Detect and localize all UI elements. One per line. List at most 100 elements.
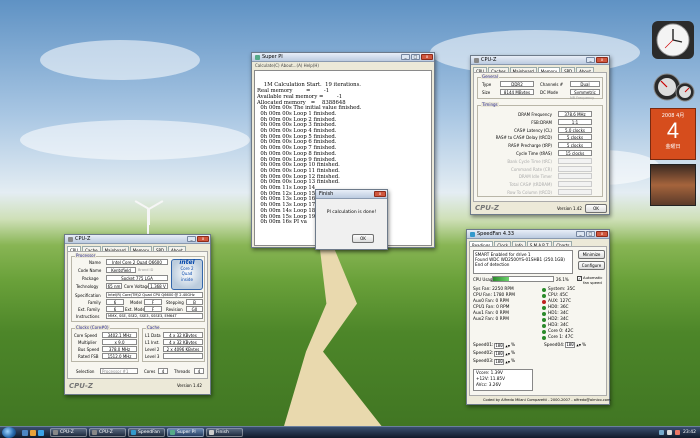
cpuz-icon — [474, 57, 479, 63]
close-icon[interactable]: x — [421, 54, 433, 60]
package-value: Socket 775 LGA — [106, 275, 168, 281]
voltage-reading: AVcc: 3.26V — [476, 382, 501, 387]
minimize-icon[interactable]: _ — [586, 57, 595, 63]
group-label: Cache — [146, 325, 161, 330]
close-icon[interactable]: x — [596, 231, 608, 237]
maximize-icon[interactable]: □ — [586, 231, 595, 237]
task-icon — [131, 430, 136, 435]
stepper-icon[interactable]: ▲▼ — [505, 350, 510, 358]
taskbar-button[interactable]: SpeedFan — [128, 428, 165, 437]
minimize-icon[interactable]: _ — [187, 236, 196, 242]
taskbar-button[interactable]: CPU-Z — [50, 428, 87, 437]
cpu-meter-gadget[interactable] — [650, 72, 696, 102]
group-label: General — [481, 74, 499, 79]
speed-input[interactable]: 100 — [494, 351, 505, 357]
close-icon[interactable]: x — [596, 57, 608, 63]
ext-family-value: 6 — [106, 306, 124, 312]
name-value: Intel Core 2 Quad Q6600 — [106, 259, 168, 265]
cpuz-brand: CPU-Z — [69, 382, 93, 390]
network-icon[interactable] — [659, 430, 665, 435]
ext-family-label: Ext. Family — [78, 307, 100, 312]
timing-label: CAS# Latency (CL) — [514, 127, 552, 133]
l1-inst-label: L1 Inst. — [145, 340, 160, 345]
speed-input[interactable]: 100 — [494, 343, 505, 349]
clock-gadget[interactable] — [650, 20, 696, 60]
title-bar[interactable]: Finish x — [316, 190, 387, 199]
code-name-label: Code Name — [78, 268, 102, 273]
clock-time[interactable]: 23:42 — [683, 430, 696, 435]
start-orb-icon[interactable] — [2, 427, 16, 438]
technology-label: Technology — [76, 284, 99, 289]
ok-button[interactable]: OK — [585, 204, 607, 213]
timing-value: 5 clocks — [558, 142, 592, 149]
rated-fsb-label: Rated FSB — [78, 354, 99, 359]
temp-status-icon — [542, 300, 546, 304]
title-bar[interactable]: SpeedFan 4.33 _ □ x — [467, 230, 609, 239]
core-voltage-label: Core Voltage — [124, 284, 150, 289]
core-speed-label: Core Speed — [74, 333, 98, 338]
timing-value — [558, 173, 592, 180]
temp-status-icon — [542, 318, 546, 322]
voltage-list: Vcore: 1.39V +12V: 11.85V AVcc: 3.26V — [473, 369, 533, 391]
level2-value: 2 x 4096 KBytes — [163, 346, 203, 352]
detection-log: SMART Enabled for drive 1 Found WDC WD25… — [473, 250, 573, 274]
close-icon[interactable]: x — [374, 191, 386, 197]
finish-dialog[interactable]: Finish x PI calculation is done! OK — [315, 189, 388, 250]
explorer-icon[interactable] — [30, 429, 36, 436]
system-tray: 23:42 — [659, 427, 700, 438]
timing-value — [558, 157, 592, 164]
version-label: Version 1.42 — [557, 206, 582, 211]
minimize-button[interactable]: Minimize — [578, 250, 605, 259]
speedfan-tray-icon[interactable] — [675, 430, 681, 435]
minimize-icon[interactable]: _ — [401, 54, 410, 60]
configure-button[interactable]: Configure — [578, 261, 605, 270]
taskbar: CPU-Z CPU-Z SpeedFan Super PI Finish 23:42 — [0, 426, 700, 438]
model-label: Model — [130, 300, 143, 305]
cores-label: Cores — [144, 369, 156, 374]
processor-select[interactable]: Processor #1 — [100, 368, 138, 374]
bus-speed-label: Bus Speed — [78, 347, 100, 352]
show-desktop-icon[interactable] — [22, 429, 28, 436]
speed-label: Speed03: — [473, 359, 494, 364]
auto-fan-checkbox[interactable]: ✓ — [577, 276, 582, 281]
temp-status-icon — [542, 312, 546, 316]
ie-icon[interactable] — [38, 429, 44, 436]
taskbar-button[interactable]: CPU-Z — [89, 428, 126, 437]
turbine-blade — [148, 209, 150, 225]
title-bar[interactable]: CPU-Z _ x — [471, 56, 609, 65]
minimize-icon[interactable]: _ — [576, 231, 585, 237]
revision-value: G0 — [186, 306, 203, 312]
task-icon — [209, 430, 214, 435]
timing-label: Cycle Time (tRAS) — [516, 151, 552, 156]
speed04-input[interactable]: 100 — [565, 342, 576, 348]
ok-button[interactable]: OK — [352, 234, 374, 243]
close-icon[interactable]: x — [197, 236, 209, 242]
cpuz-brand: CPU-Z — [475, 204, 499, 212]
calendar-gadget[interactable]: 2008 4月 4 金曜日 — [650, 108, 696, 160]
title-bar[interactable]: CPU-Z _ x — [65, 235, 210, 244]
taskbar-button[interactable]: Finish — [206, 428, 243, 437]
taskbar-button[interactable]: Super PI — [167, 428, 204, 437]
maximize-icon[interactable]: □ — [411, 54, 420, 60]
timing-value — [558, 189, 592, 195]
speed-row: Speed03: 100 ▲▼% — [473, 358, 515, 366]
volume-icon[interactable] — [667, 430, 673, 435]
stepper-icon[interactable]: ▲▼ — [505, 342, 510, 350]
speed-input[interactable]: 100 — [494, 359, 505, 365]
stepper-icon[interactable]: ▲▼ — [576, 343, 581, 347]
size-value: 8144 MBytes — [500, 89, 534, 95]
cache-group: Cache L1 Data 4 x 32 KBytes L1 Inst. 4 x… — [142, 325, 205, 362]
menu-bar[interactable]: Calculate(C) About...(A) Help(H) — [252, 62, 434, 69]
cpuz-cpu-window[interactable]: CPU-Z _x CPU Cache Mainboard Memory SPD … — [64, 234, 211, 395]
size-label: Size — [482, 90, 491, 95]
slideshow-gadget[interactable] — [650, 164, 696, 206]
title-bar[interactable]: Super PI _ □ x — [252, 53, 434, 62]
temp-status-icon — [542, 288, 546, 292]
level3-value — [163, 353, 203, 359]
timing-label: DRAM Frequency — [518, 112, 552, 117]
temp-text: Core 1: 47C — [548, 335, 574, 340]
speedfan-window[interactable]: SpeedFan 4.33 _□x Readings Clock Info S.… — [466, 229, 611, 405]
stepper-icon[interactable]: ▲▼ — [505, 358, 510, 366]
intel-core2-logo: intel Core 2 Quad inside — [171, 259, 203, 290]
cpuz-memory-window[interactable]: CPU-Z _x CPU Caches Mainboard Memory SPD… — [470, 55, 610, 215]
